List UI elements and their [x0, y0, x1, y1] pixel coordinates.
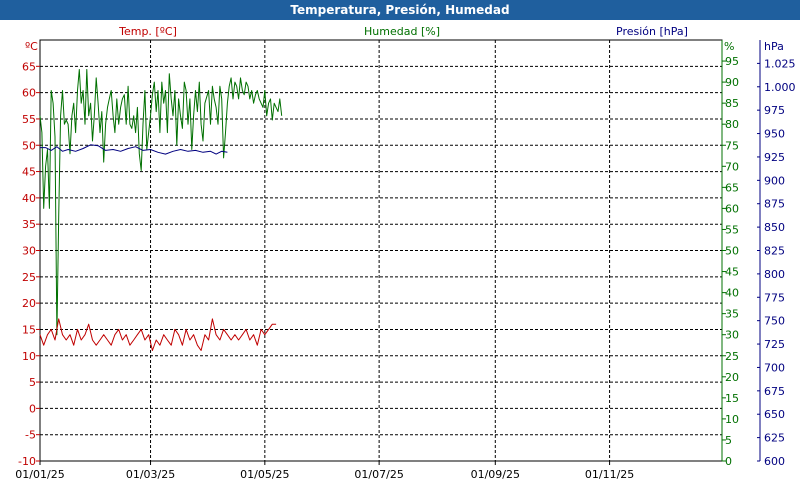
- humidity-tick-label: 55: [725, 223, 739, 236]
- humidity-tick-label: 60: [725, 202, 739, 215]
- pressure-tick-label: 700: [764, 361, 785, 374]
- pressure-tick-label: 775: [764, 291, 785, 304]
- temperature-tick-label: -5: [25, 429, 36, 442]
- temperature-tick-label: 5: [29, 376, 36, 389]
- temperature-tick-label: 25: [22, 271, 36, 284]
- temperature-tick-label: 45: [22, 166, 36, 179]
- pressure-tick-label: 725: [764, 338, 785, 351]
- temperature-tick-label: 0: [29, 402, 36, 415]
- humidity-tick-label: 95: [725, 55, 739, 68]
- humidity-tick-label: 35: [725, 308, 739, 321]
- humidity-unit-label: %: [724, 40, 734, 53]
- pressure-tick-label: 600: [764, 455, 785, 468]
- humidity-tick-label: 45: [725, 266, 739, 279]
- chart-title: Temperatura, Presión, Humedad: [0, 0, 800, 20]
- pressure-tick-label: 850: [764, 221, 785, 234]
- pressure-tick-label: 650: [764, 408, 785, 421]
- humidity-axis-label: Humedad [%]: [364, 25, 440, 38]
- x-tick-label: 01/07/25: [354, 468, 403, 481]
- chart-window: Temperatura, Presión, Humedad 01/01/25 01…: [0, 0, 800, 500]
- humidity-tick-label: 25: [725, 350, 739, 363]
- x-tick-label: 01/05/25: [240, 468, 289, 481]
- humidity-tick-label: 65: [725, 181, 739, 194]
- humidity-tick-label: 70: [725, 160, 739, 173]
- pressure-tick-label: 625: [764, 432, 785, 445]
- humidity-tick-label: 75: [725, 139, 739, 152]
- pressure-tick-label: 975: [764, 104, 785, 117]
- x-tick-label: 01/03/25: [126, 468, 175, 481]
- humidity-tick-label: 50: [725, 245, 739, 258]
- pressure-tick-label: 950: [764, 128, 785, 141]
- pressure-tick-label: 1.000: [764, 81, 796, 94]
- humidity-tick-label: 10: [725, 413, 739, 426]
- temperature-series-line: [39, 318, 277, 351]
- pressure-axis-label: Presión [hPa]: [616, 25, 688, 38]
- humidity-tick-label: 0: [725, 455, 732, 468]
- x-tick-label: 01/11/25: [585, 468, 634, 481]
- pressure-series-line: [40, 144, 228, 155]
- pressure-tick-label: 800: [764, 268, 785, 281]
- pressure-tick-label: 1.025: [764, 57, 796, 70]
- humidity-tick-label: 90: [725, 76, 739, 89]
- humidity-tick-label: 40: [725, 287, 739, 300]
- temperature-tick-label: 20: [22, 297, 36, 310]
- temperature-tick-label: 40: [22, 192, 36, 205]
- x-tick-label: 01/01/25: [15, 468, 64, 481]
- temperature-tick-label: 15: [22, 323, 36, 336]
- temperature-axis-label: Temp. [ºC]: [118, 25, 177, 38]
- humidity-tick-label: 85: [725, 97, 739, 110]
- x-tick-label: 01/09/25: [471, 468, 520, 481]
- temperature-tick-label: 50: [22, 139, 36, 152]
- pressure-tick-label: 925: [764, 151, 785, 164]
- temperature-tick-label: 30: [22, 245, 36, 258]
- pressure-tick-label: 825: [764, 245, 785, 258]
- humidity-tick-label: 5: [725, 434, 732, 447]
- pressure-tick-label: 675: [764, 385, 785, 398]
- pressure-unit-label: hPa: [764, 40, 784, 53]
- temperature-tick-label: 35: [22, 218, 36, 231]
- humidity-tick-label: 30: [725, 329, 739, 342]
- temperature-tick-label: -10: [18, 455, 36, 468]
- humidity-tick-label: 20: [725, 371, 739, 384]
- temperature-unit-label: ºC: [25, 40, 38, 53]
- humidity-tick-label: 80: [725, 118, 739, 131]
- pressure-tick-label: 750: [764, 315, 785, 328]
- temperature-tick-label: 10: [22, 350, 36, 363]
- temperature-tick-label: 65: [22, 60, 36, 73]
- temperature-tick-label: 55: [22, 113, 36, 126]
- humidity-series-line: [39, 69, 283, 336]
- humidity-tick-label: 15: [725, 392, 739, 405]
- temperature-tick-label: 60: [22, 87, 36, 100]
- pressure-tick-label: 900: [764, 174, 785, 187]
- chart-canvas: 01/01/25 01/03/25 01/05/25 01/07/25 01/09/25…: [15, 25, 796, 481]
- pressure-tick-label: 875: [764, 198, 785, 211]
